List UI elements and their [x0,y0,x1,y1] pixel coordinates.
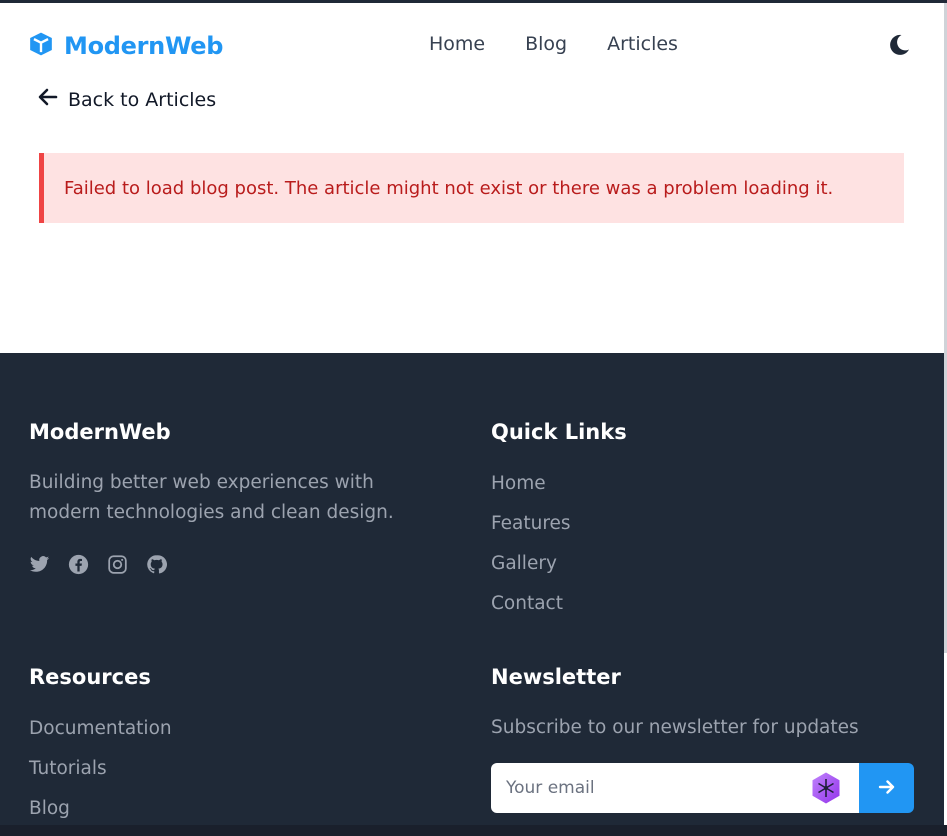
bottom-edge [0,825,947,836]
footer-link-documentation[interactable]: Documentation [29,717,449,757]
site-footer: ModernWeb Building better web experience… [0,353,944,836]
dark-mode-toggle[interactable] [887,33,911,61]
email-input[interactable] [491,763,859,813]
cube-icon [28,31,54,61]
footer-resources: Resources Documentation Tutorials Blog [29,665,449,836]
arrow-right-icon [878,779,896,798]
subscribe-button[interactable] [859,763,914,813]
brand-logo-link[interactable]: ModernWeb [28,31,223,61]
quick-links-title: Quick Links [491,420,627,444]
footer-link-gallery[interactable]: Gallery [491,552,911,592]
footer-link-features[interactable]: Features [491,512,911,552]
footer-newsletter: Newsletter Subscribe to our newsletter f… [491,665,921,743]
back-to-articles-link[interactable]: Back to Articles [38,88,216,111]
facebook-icon[interactable] [68,554,89,575]
footer-link-contact[interactable]: Contact [491,592,911,632]
nav-articles[interactable]: Articles [607,33,678,55]
newsletter-form [491,763,914,813]
twitter-icon[interactable] [29,554,50,575]
footer-link-tutorials[interactable]: Tutorials [29,757,449,797]
nav-blog[interactable]: Blog [525,33,567,55]
footer-about: ModernWeb Building better web experience… [29,420,449,575]
newsletter-description: Subscribe to our newsletter for updates [491,717,859,738]
social-links [29,554,449,575]
extension-icon[interactable] [809,771,843,805]
footer-quick-links: Quick Links Home Features Gallery Contac… [491,420,911,632]
footer-about-title: ModernWeb [29,420,171,444]
error-message: Failed to load blog post. The article mi… [64,177,834,199]
main-nav: Home Blog Articles [429,33,678,55]
github-icon[interactable] [146,554,167,575]
newsletter-title: Newsletter [491,665,621,689]
arrow-left-icon [38,88,58,111]
footer-about-description: Building better web experiences with mod… [29,472,394,523]
brand-name: ModernWeb [64,32,224,60]
instagram-icon[interactable] [107,554,128,575]
moon-icon [887,34,911,61]
footer-link-home[interactable]: Home [491,472,911,512]
site-header: ModernWeb Home Blog Articles [0,3,944,83]
nav-home[interactable]: Home [429,33,485,55]
resources-title: Resources [29,665,151,689]
error-alert: Failed to load blog post. The article mi… [39,153,904,223]
back-link-label: Back to Articles [68,88,217,111]
